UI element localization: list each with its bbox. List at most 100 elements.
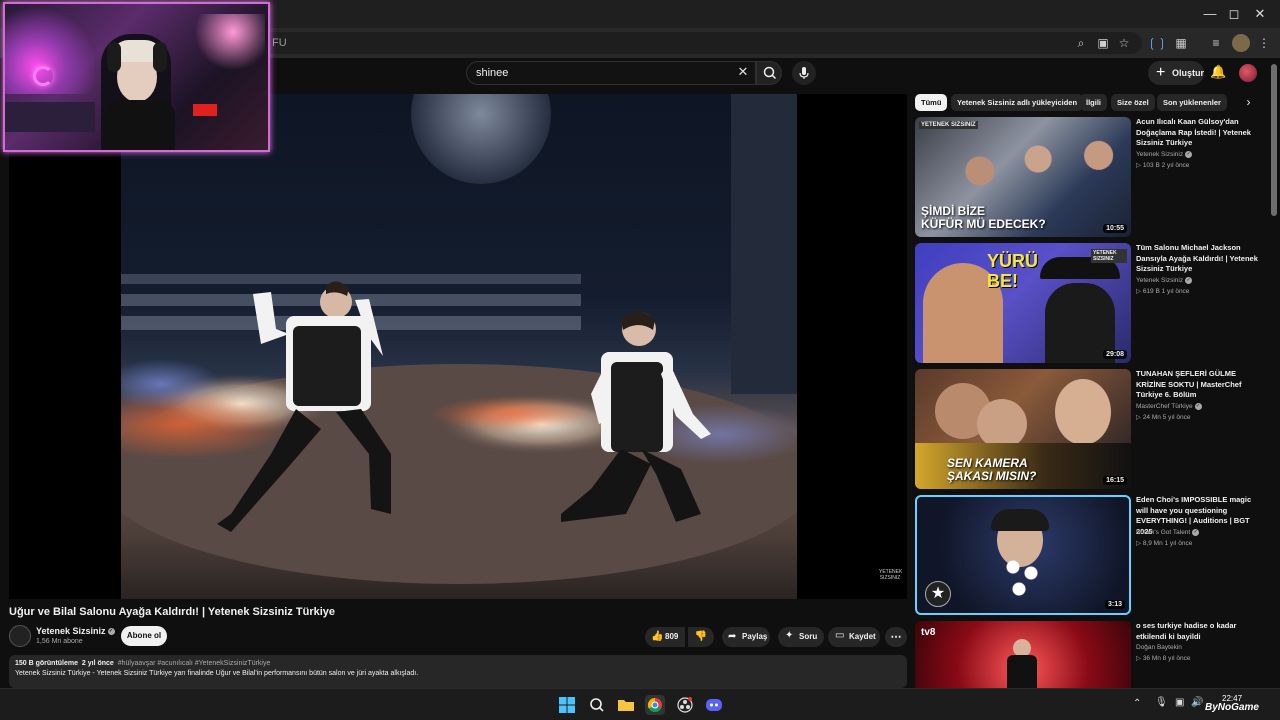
stage-scene <box>121 94 797 584</box>
verified-icon: ✓ <box>1185 151 1193 158</box>
extension-audio-icon[interactable]: ❲❳ <box>1147 34 1167 52</box>
recommendation-card[interactable]: SEN KAMERA ŞAKASI MISIN? 16:15 TUNAHAN Ş… <box>915 369 1265 489</box>
verified-icon: ✓ <box>107 628 115 636</box>
recommendation-channel[interactable]: Yetenek Sizsiniz ✓ <box>1136 151 1193 158</box>
meta-text: 103 B 2 yıl önce <box>1142 162 1190 169</box>
account-avatar[interactable] <box>1239 64 1257 82</box>
duration-badge: 3:13 <box>1104 600 1125 609</box>
dislike-button[interactable]: 👎 <box>688 627 714 647</box>
ask-label: Soru <box>799 632 818 641</box>
chrome-icon[interactable] <box>645 695 665 715</box>
recommendation-meta: ▷ 36 Mn 8 yıl önce <box>1136 655 1191 662</box>
thumbnail-caption: SEN KAMERA ŞAKASI MISIN? <box>947 456 1037 483</box>
windows-start-icon[interactable] <box>557 695 577 715</box>
bookmark-icon: ▭ <box>835 630 845 641</box>
chip-for-you[interactable]: Size özel <box>1111 94 1155 111</box>
headphones-icon <box>107 42 121 72</box>
microphone-icon <box>799 67 809 79</box>
stream-watermark: ByNoGame <box>1205 702 1259 713</box>
recommendation-title[interactable]: Tüm Salonu Michael Jackson Dansıyla Ayağ… <box>1136 243 1261 275</box>
search-input[interactable]: shinee <box>466 61 756 85</box>
page-scrollbar[interactable] <box>1271 64 1277 216</box>
profile-icon[interactable] <box>1232 34 1250 52</box>
notifications-bell-icon[interactable]: 🔔 <box>1210 64 1226 82</box>
thumbnail-face-2 <box>977 399 1027 449</box>
streamer-shirt <box>105 100 175 150</box>
voice-search-button[interactable] <box>792 61 816 85</box>
share-label: Paylaş <box>742 632 768 641</box>
search-icon[interactable] <box>587 695 607 715</box>
verified-icon: ✓ <box>1194 403 1202 410</box>
more-actions-button[interactable]: ⋯ <box>885 627 907 647</box>
tray-network-icon[interactable]: ▣ <box>1175 697 1184 708</box>
recommendation-meta: ▷ 24 Mn 5 yıl önce <box>1136 414 1191 421</box>
video-thumbnail[interactable]: ★ 3:13 <box>915 495 1131 615</box>
chip-all[interactable]: Tümü <box>915 94 948 111</box>
video-thumbnail[interactable]: YÜRÜ BE! YETENEK SIZSINIZ 29:08 <box>915 243 1131 363</box>
chevron-right-icon[interactable]: › <box>1240 94 1257 111</box>
recommendation-channel[interactable]: Doğan Baytekin <box>1136 644 1182 651</box>
media-controls-icon[interactable]: ≡ <box>1207 34 1225 52</box>
close-icon[interactable]: ✕ <box>1250 4 1270 24</box>
share-icon: ➦ <box>728 631 737 642</box>
tray-volume-icon[interactable]: 🔊 <box>1191 697 1203 708</box>
recommendation-card[interactable]: ★ 3:13 Eden Choi's IMPOSSIBLE magic will… <box>915 495 1265 615</box>
channel-text: Yetenek Sizsiniz <box>1136 277 1184 285</box>
chrome-menu-icon[interactable]: ⋮ <box>1255 34 1273 52</box>
bookmark-star-icon[interactable]: ☆ <box>1115 34 1133 52</box>
recommendation-channel[interactable]: Britain's Got Talent ✓ <box>1136 529 1200 536</box>
discord-icon[interactable] <box>704 695 724 715</box>
recommendation-card[interactable]: tv8 o ses turkiye hadise o kadar etkilen… <box>915 621 1265 688</box>
thumbs-up-icon: 👍 <box>651 631 664 642</box>
recommendation-meta: ▷ 619 B 1 yıl önce <box>1136 288 1190 295</box>
address-bar[interactable]: FU <box>262 32 1142 54</box>
tray-chevron-up-icon[interactable]: ⌃ <box>1133 698 1141 709</box>
video-thumbnail[interactable]: tv8 <box>915 621 1131 688</box>
recommendation-title[interactable]: TUNAHAN ŞEFLERİ GÜLME KRİZİNE SOKTU | Ma… <box>1136 369 1261 401</box>
file-explorer-icon[interactable] <box>616 695 636 715</box>
plus-icon: + <box>1156 64 1166 81</box>
channel-text: MasterChef Türkiye <box>1136 403 1193 411</box>
headphones-right <box>153 42 167 72</box>
duration-badge: 10:55 <box>1103 224 1127 233</box>
thumbnail-caption: YÜRÜ BE! <box>987 251 1039 291</box>
verified-icon: ✓ <box>1185 277 1193 284</box>
hashtags[interactable]: #hülyaavşar #acunılıcalı #YetenekSizsini… <box>118 660 271 667</box>
extensions-puzzle-icon[interactable]: ▦ <box>1172 34 1190 52</box>
window-light <box>185 14 265 74</box>
maximize-icon[interactable]: ◻ <box>1224 4 1244 24</box>
save-label: Kaydet <box>849 632 876 641</box>
magic-balls <box>1003 557 1043 597</box>
subscribe-button[interactable]: Abone ol <box>121 626 167 646</box>
recommendation-card[interactable]: YÜRÜ BE! YETENEK SIZSINIZ 29:08 Tüm Salo… <box>915 243 1265 363</box>
channel-name[interactable]: Yetenek Sizsiniz ✓ <box>36 626 115 636</box>
obs-icon[interactable] <box>675 695 695 715</box>
video-frame[interactable] <box>121 94 797 599</box>
chip-recent[interactable]: Son yüklenenler <box>1157 94 1227 111</box>
video-title: Uğur ve Bilal Salonu Ayağa Kaldırdı! | Y… <box>9 606 336 618</box>
clear-search-icon[interactable]: ✕ <box>735 64 751 80</box>
minimize-icon[interactable]: — <box>1200 4 1220 24</box>
channel-avatar[interactable] <box>9 625 31 647</box>
thumbs-down-icon: 👎 <box>694 631 708 642</box>
tray-microphone-icon[interactable]: 🎙 <box>1155 697 1168 708</box>
zoom-icon[interactable]: ⌕ <box>1072 34 1090 52</box>
video-thumbnail[interactable]: YETENEK SIZSINIZ ŞİMDİ BİZE KÜFÜR MÜ EDE… <box>915 117 1131 237</box>
duration-badge: 29:08 <box>1103 350 1127 359</box>
recommendation-title[interactable]: Acun Ilıcalı Kaan Gülsoy'dan Doğaçlama R… <box>1136 117 1261 149</box>
description-box[interactable]: 150 B görüntüleme 2 yıl önce #hülyaavşar… <box>9 655 907 688</box>
tv8-logo: tv8 <box>921 627 936 638</box>
search-button[interactable] <box>756 61 782 85</box>
shelf <box>5 102 95 132</box>
chip-from-uploader[interactable]: Yetenek Sizsiniz adlı yükleyiciden <box>951 94 1084 111</box>
recommendation-card[interactable]: YETENEK SIZSINIZ ŞİMDİ BİZE KÜFÜR MÜ EDE… <box>915 117 1265 237</box>
video-thumbnail[interactable]: SEN KAMERA ŞAKASI MISIN? 16:15 <box>915 369 1131 489</box>
recommendation-channel[interactable]: MasterChef Türkiye ✓ <box>1136 403 1202 410</box>
install-app-icon[interactable]: ▣ <box>1094 34 1112 52</box>
recommendation-title[interactable]: o ses turkiye hadise o kadar etkilendi k… <box>1136 621 1261 642</box>
video-player[interactable]: YETENEK SIZSINIZ <box>9 94 907 599</box>
recommendation-channel[interactable]: Yetenek Sizsiniz ✓ <box>1136 277 1193 285</box>
thumbnail-caption: ŞİMDİ BİZE KÜFÜR MÜ EDECEK? <box>921 204 1046 231</box>
chip-related[interactable]: İlgili <box>1080 94 1107 111</box>
red-object <box>193 104 217 116</box>
